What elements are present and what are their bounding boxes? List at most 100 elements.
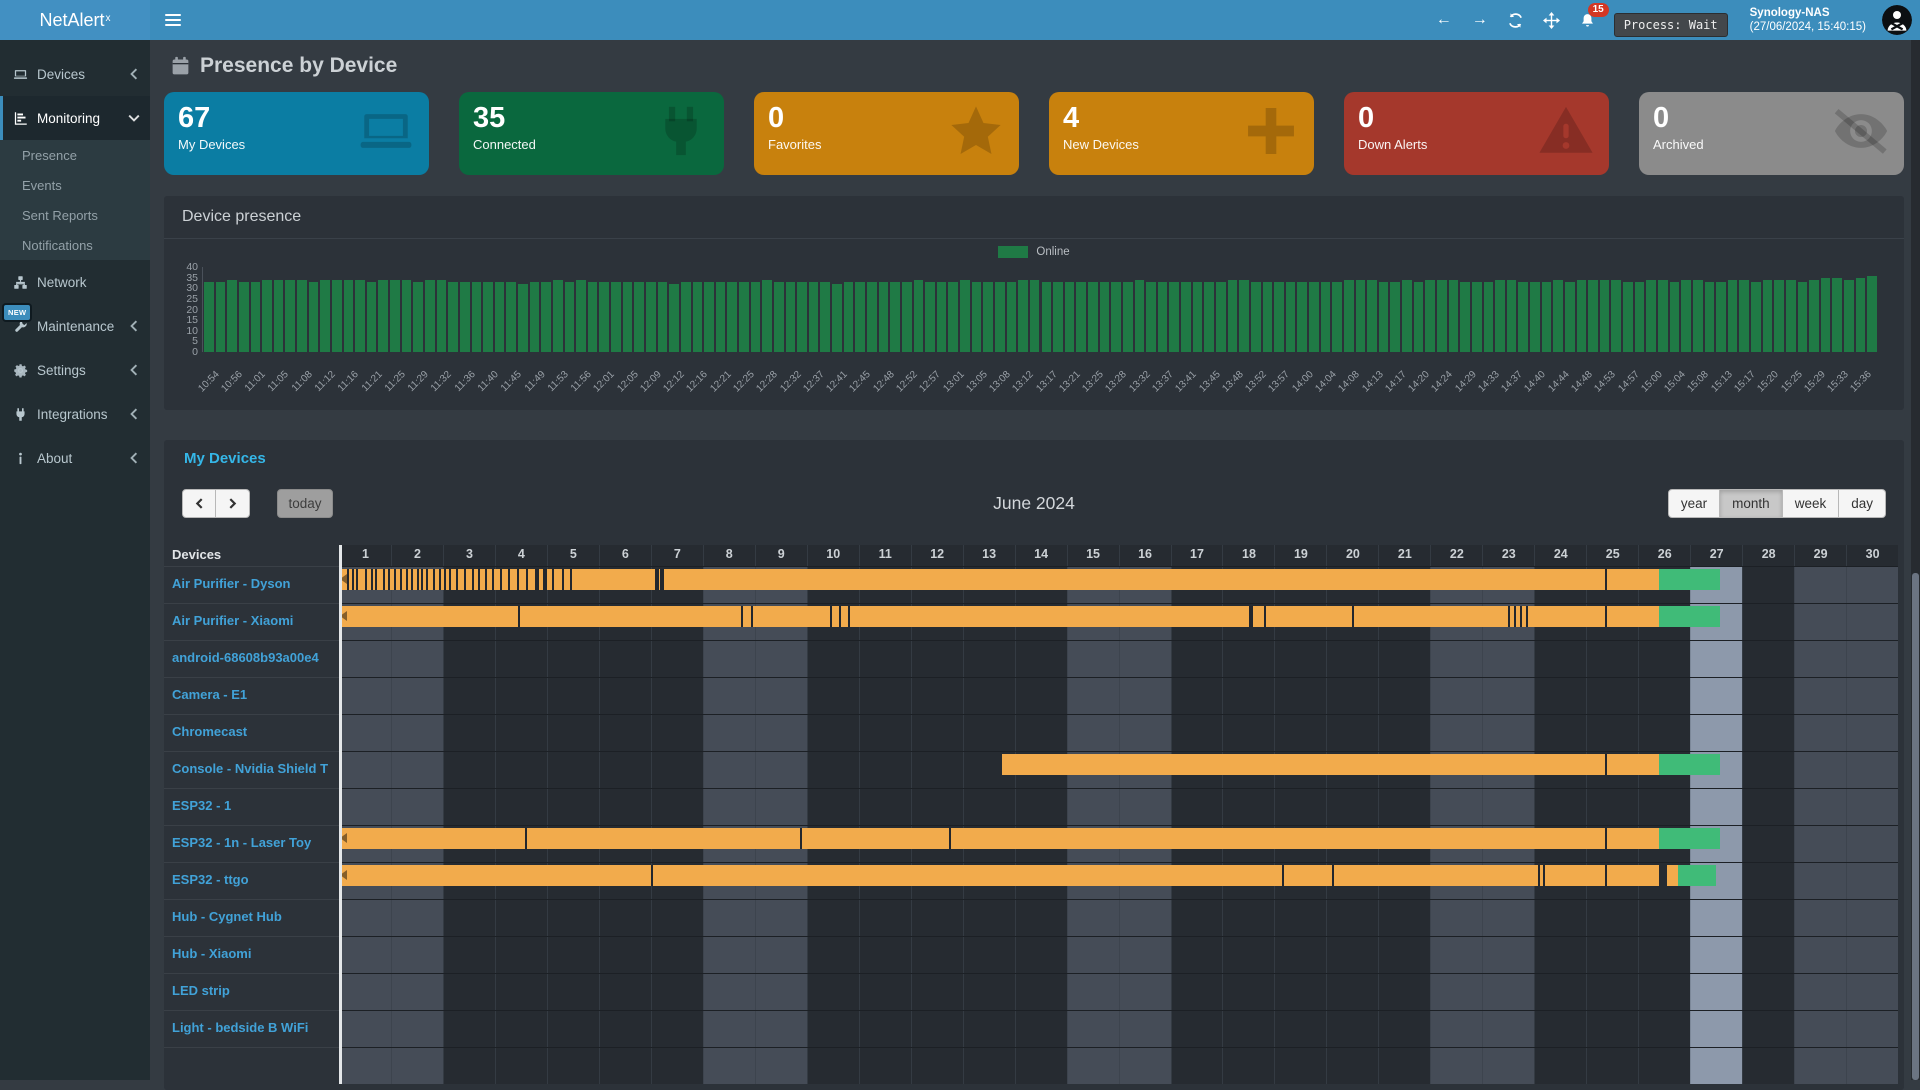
day-cell <box>599 641 651 677</box>
sidebar-item-integrations[interactable]: Integrations <box>0 392 150 436</box>
device-link[interactable]: Air Purifier - Dyson <box>172 576 290 591</box>
day-cell <box>859 715 911 751</box>
scrollbar-thumb[interactable] <box>1912 573 1919 1080</box>
day-cell <box>1586 1048 1638 1084</box>
device-presence-track <box>339 973 1898 1010</box>
offline-tick <box>518 606 520 627</box>
nav-forward-icon[interactable]: → <box>1470 10 1490 30</box>
info-box-favorites[interactable]: 0Favorites <box>754 92 1019 175</box>
device-link[interactable]: Console - Nvidia Shield T <box>172 761 328 776</box>
online-bar[interactable] <box>1002 754 1660 775</box>
device-presence-track <box>339 788 1898 825</box>
chevron-down-icon <box>128 112 140 124</box>
device-link[interactable]: ESP32 - 1 <box>172 798 231 813</box>
day-cell <box>1534 715 1586 751</box>
device-link[interactable]: Hub - Cygnet Hub <box>172 909 282 924</box>
device-link[interactable]: Hub - Xiaomi <box>172 946 251 961</box>
today-button[interactable]: today <box>277 489 333 518</box>
chart-bar <box>262 280 272 352</box>
day-cell <box>339 678 391 714</box>
day-cell <box>1482 1048 1534 1084</box>
view-year-button[interactable]: year <box>1668 489 1720 518</box>
plus-icon <box>1242 102 1300 160</box>
online-now-bar[interactable] <box>1659 754 1720 775</box>
sidebar-subitem-presence[interactable]: Presence <box>0 140 150 170</box>
device-link[interactable]: Light - bedside B WiFi <box>172 1020 308 1035</box>
sidebar-toggle-button[interactable] <box>150 0 195 40</box>
day-cell <box>495 789 547 825</box>
refresh-icon[interactable] <box>1506 10 1526 30</box>
prev-month-button[interactable] <box>182 489 216 518</box>
offline-tick <box>751 606 753 627</box>
online-bar[interactable] <box>1667 865 1678 886</box>
day-cell <box>1067 715 1119 751</box>
online-now-bar[interactable] <box>1678 865 1716 886</box>
day-cell <box>1326 715 1378 751</box>
sidebar-subitem-sent-reports[interactable]: Sent Reports <box>0 200 150 230</box>
chart-bar <box>506 282 516 352</box>
sidebar-item-devices[interactable]: Devices <box>0 52 150 96</box>
online-now-bar[interactable] <box>1659 828 1720 849</box>
day-header-20: 20 <box>1326 545 1378 566</box>
info-box-archived[interactable]: 0Archived <box>1639 92 1904 175</box>
next-month-button[interactable] <box>216 489 250 518</box>
sidebar-item-label: Devices <box>37 67 128 82</box>
my-devices-panel: My Devices June 2024 today yearmonthweek… <box>164 440 1904 1090</box>
info-box-new-devices[interactable]: 4New Devices <box>1049 92 1314 175</box>
chart-bar <box>669 284 679 352</box>
info-box-down-alerts[interactable]: 0Down Alerts <box>1344 92 1609 175</box>
day-cell <box>1846 715 1898 751</box>
device-link[interactable]: android-68608b93a00e4 <box>172 650 319 665</box>
view-month-button[interactable]: month <box>1720 489 1783 518</box>
day-cell <box>807 937 859 973</box>
info-box-connected[interactable]: 35Connected <box>459 92 724 175</box>
chart-bar <box>518 284 528 352</box>
device-link[interactable]: Air Purifier - Xiaomi <box>172 613 293 628</box>
device-link[interactable]: Camera - E1 <box>172 687 247 702</box>
device-link[interactable]: ESP32 - ttgo <box>172 872 249 887</box>
chart-bar <box>472 282 482 352</box>
sidebar-item-settings[interactable]: Settings <box>0 348 150 392</box>
sidebar-item-monitoring[interactable]: Monitoring <box>0 96 150 140</box>
online-bar[interactable] <box>339 606 1659 627</box>
chart-bar <box>437 280 447 352</box>
sidebar-item-network[interactable]: Network <box>0 260 150 304</box>
offline-gap <box>1249 606 1253 627</box>
move-icon[interactable] <box>1542 10 1562 30</box>
day-cell <box>963 974 1015 1010</box>
offline-tick <box>417 569 419 590</box>
nav-back-icon[interactable]: ← <box>1434 10 1454 30</box>
offline-tick <box>472 569 474 590</box>
day-cell <box>1846 567 1898 603</box>
day-cell <box>1015 641 1067 677</box>
chart-legend[interactable]: Online <box>164 239 1904 265</box>
device-link[interactable]: Chromecast <box>172 724 247 739</box>
user-avatar[interactable] <box>1882 5 1912 35</box>
page-scrollbar[interactable] <box>1911 40 1920 1080</box>
sidebar-subitem-notifications[interactable]: Notifications <box>0 230 150 260</box>
day-cell <box>339 1048 391 1084</box>
chart-bar <box>809 282 819 352</box>
day-header-12: 12 <box>911 545 963 566</box>
online-bar[interactable] <box>339 828 1659 849</box>
notifications-bell-icon[interactable]: 15 <box>1578 10 1598 30</box>
sidebar-item-maintenance[interactable]: NEWMaintenance <box>0 304 150 348</box>
sidebar-subitem-events[interactable]: Events <box>0 170 150 200</box>
device-link[interactable]: ESP32 - 1n - Laser Toy <box>172 835 311 850</box>
device-link[interactable]: LED strip <box>172 983 230 998</box>
app-logo[interactable]: NetAlertx <box>0 0 150 40</box>
offline-tick <box>1605 865 1607 886</box>
info-box-my-devices[interactable]: 67My Devices <box>164 92 429 175</box>
offline-tick <box>478 569 480 590</box>
online-bar[interactable] <box>339 865 1659 886</box>
view-day-button[interactable]: day <box>1839 489 1886 518</box>
day-cell <box>1015 789 1067 825</box>
online-now-bar[interactable] <box>1659 606 1720 627</box>
online-now-bar[interactable] <box>1659 569 1720 590</box>
offline-gap <box>660 569 664 590</box>
sidebar-item-about[interactable]: About <box>0 436 150 480</box>
day-cell <box>1846 789 1898 825</box>
my-devices-heading[interactable]: My Devices <box>164 450 1904 467</box>
day-cell <box>1430 974 1482 1010</box>
view-week-button[interactable]: week <box>1783 489 1840 518</box>
